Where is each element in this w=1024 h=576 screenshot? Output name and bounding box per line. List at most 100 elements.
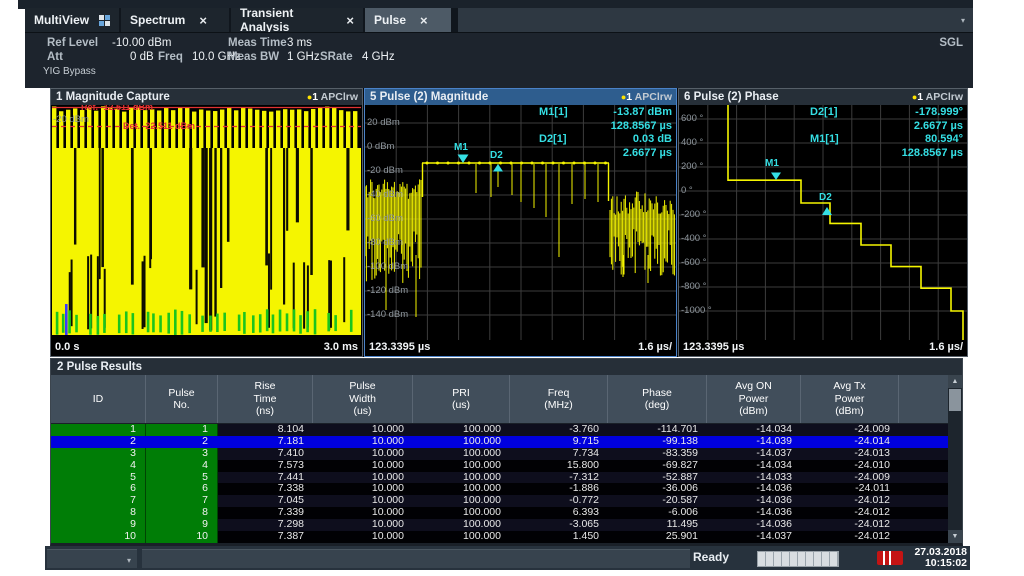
table-row[interactable]: 337.41010.000100.0007.734-83.359-14.037-… — [51, 448, 962, 460]
marker-d2-label[interactable]: D2 — [819, 192, 832, 203]
table-cell: 100.000 — [413, 460, 510, 472]
progress-bar — [757, 551, 839, 567]
table-cell: -24.010 — [801, 460, 899, 472]
column-header[interactable]: ID — [51, 375, 146, 423]
vertical-scrollbar[interactable]: ▲ ▼ — [948, 375, 962, 543]
table-cell — [899, 460, 950, 472]
window-title-bar[interactable]: 6 Pulse (2) Phase ●1 APClrw — [679, 89, 967, 105]
marker-value: 2.6677 µs — [914, 120, 963, 134]
marker-name: D2[1] — [810, 106, 838, 120]
tab-spectrum[interactable]: Spectrum × — [121, 8, 229, 32]
window-title-bar[interactable]: 1 Magnitude Capture ●1 APClrw — [51, 89, 362, 105]
table-cell: -24.013 — [801, 448, 899, 460]
table-cell: 100.000 — [413, 448, 510, 460]
column-header[interactable]: PRI (us) — [413, 375, 510, 423]
table-row[interactable]: 10107.38710.000100.0001.45025.901-14.037… — [51, 531, 962, 543]
diagram-area: 1 Magnitude Capture ●1 APClrw Ref. -12.5… — [50, 88, 968, 357]
column-header[interactable] — [899, 375, 950, 423]
x-start: 123.3395 µs — [683, 340, 744, 355]
tab-transient-analysis[interactable]: Transient Analysis × — [231, 8, 363, 32]
marker-value: 0.03 dB — [633, 133, 672, 147]
column-header[interactable]: Avg Tx Power (dBm) — [801, 375, 899, 423]
tab-bar-fill: ▾ — [458, 8, 973, 32]
scroll-up-icon[interactable]: ▲ — [948, 375, 962, 388]
marker-d2-label[interactable]: D2 — [490, 150, 503, 161]
status-dropdown[interactable]: ▾ — [47, 549, 137, 568]
table-cell: -99.138 — [608, 436, 707, 448]
table-cell: 7.387 — [218, 531, 313, 543]
close-icon[interactable]: × — [346, 14, 354, 27]
window-title-bar[interactable]: 5 Pulse (2) Magnitude ●1 APClrw — [365, 89, 676, 105]
table-cell: 10 — [51, 531, 146, 543]
column-header[interactable]: Pulse Width (us) — [313, 375, 413, 423]
x-axis-bar: 0.0 s 3.0 ms — [51, 340, 362, 356]
ref-line-label: Ref. -12.511 dBm — [81, 105, 153, 112]
y-axis-tick: -200 ° — [681, 209, 706, 220]
table-cell: 10.000 — [313, 436, 413, 448]
marker-value: 2.6677 µs — [623, 147, 672, 161]
ref-level-label: Ref Level — [47, 37, 98, 49]
date-time: 27.03.2018 10:15:02 — [914, 547, 967, 569]
marker-value: 128.8567 µs — [902, 147, 963, 161]
column-header[interactable]: Freq (MHz) — [510, 375, 608, 423]
status-bar: ▾ Ready 27.03.2018 10:15:02 — [45, 546, 970, 570]
trace-badge: ●1 APClrw — [912, 89, 963, 105]
marker-name: M1[1] — [810, 133, 839, 147]
table-cell — [899, 507, 950, 519]
y-axis-tick: -120 dBm — [367, 285, 408, 296]
table-cell: 7.410 — [218, 448, 313, 460]
yig-bypass-label: YIG Bypass — [43, 66, 96, 77]
table-row[interactable]: 557.44110.000100.000-7.312-52.887-14.033… — [51, 472, 962, 484]
column-header[interactable]: Pulse No. — [146, 375, 218, 423]
results-table-header: IDPulse No.Rise Time (ns)Pulse Width (us… — [51, 375, 962, 424]
meas-bw-label: Meas BW — [228, 51, 279, 63]
tab-spectrum-label: Spectrum — [130, 13, 185, 27]
x-axis-bar: 123.3395 µs 1.6 µs/ — [679, 340, 967, 356]
capture-plot: Ref. -12.511 dBm Det. -22.511 dBm -20 dB… — [51, 105, 362, 340]
att-value[interactable]: 0 dB — [130, 51, 154, 63]
x-axis-bar: 123.3395 µs 1.6 µs/ — [365, 340, 676, 356]
column-header[interactable]: Rise Time (ns) — [218, 375, 313, 423]
table-row[interactable]: 887.33910.000100.0006.393-6.006-14.036-2… — [51, 507, 962, 519]
column-header[interactable]: Avg ON Power (dBm) — [707, 375, 801, 423]
table-cell: -83.359 — [608, 448, 707, 460]
trace-mode: APClrw — [321, 91, 358, 103]
table-cell: 100.000 — [413, 436, 510, 448]
x-scale: 1.6 µs/ — [638, 340, 672, 355]
meas-time-value[interactable]: 3 ms — [287, 37, 312, 49]
marker-readout: M1[1]-13.87 dBm 128.8567 µs D2[1]0.03 dB… — [539, 106, 672, 160]
marker-m1-label[interactable]: M1 — [454, 142, 468, 153]
scroll-down-icon[interactable]: ▼ — [948, 530, 962, 543]
table-row[interactable]: 997.29810.000100.000-3.06511.495-14.036-… — [51, 519, 962, 531]
pulse-magnitude-plot: M1[1]-13.87 dBm 128.8567 µs D2[1]0.03 dB… — [365, 105, 676, 340]
meas-bw-value[interactable]: 1 GHz — [287, 51, 320, 63]
table-row[interactable]: 227.18110.000100.0009.715-99.138-14.039-… — [51, 436, 962, 448]
chevron-down-icon[interactable]: ▾ — [961, 16, 965, 25]
table-row[interactable]: 777.04510.000100.000-0.772-20.587-14.036… — [51, 495, 962, 507]
table-row[interactable]: 667.33810.000100.000-1.886-36.006-14.036… — [51, 483, 962, 495]
trace-badge: ●1 APClrw — [621, 89, 672, 105]
tab-multiview[interactable]: MultiView — [25, 8, 119, 32]
table-cell: 9.715 — [510, 436, 608, 448]
scrollbar-thumb[interactable] — [949, 389, 961, 411]
table-row[interactable]: 447.57310.000100.00015.800-69.827-14.034… — [51, 460, 962, 472]
trace-number: 1 — [312, 91, 318, 103]
close-icon[interactable]: × — [199, 14, 207, 27]
close-icon[interactable]: × — [420, 14, 428, 27]
results-title-bar[interactable]: 2 Pulse Results — [51, 359, 962, 375]
srate-value[interactable]: 4 GHz — [362, 51, 395, 63]
table-cell: 7.181 — [218, 436, 313, 448]
marker-m1-label[interactable]: M1 — [765, 158, 779, 169]
y-axis-tick: 0 dBm — [367, 141, 394, 152]
y-axis-tick: -600 ° — [681, 257, 706, 268]
window-pulse-magnitude: 5 Pulse (2) Magnitude ●1 APClrw M1[1]-13… — [364, 88, 677, 357]
window-magnitude-capture: 1 Magnitude Capture ●1 APClrw Ref. -12.5… — [50, 88, 363, 357]
tab-multiview-label: MultiView — [34, 13, 89, 27]
table-cell — [899, 436, 950, 448]
att-label: Att — [47, 51, 63, 63]
table-row[interactable]: 118.10410.000100.000-3.760-114.701-14.03… — [51, 424, 962, 436]
y-axis-tick: 0 ° — [681, 185, 693, 196]
ref-level-value[interactable]: -10.00 dBm — [112, 37, 171, 49]
column-header[interactable]: Phase (deg) — [608, 375, 707, 423]
tab-pulse[interactable]: Pulse × — [365, 8, 451, 32]
